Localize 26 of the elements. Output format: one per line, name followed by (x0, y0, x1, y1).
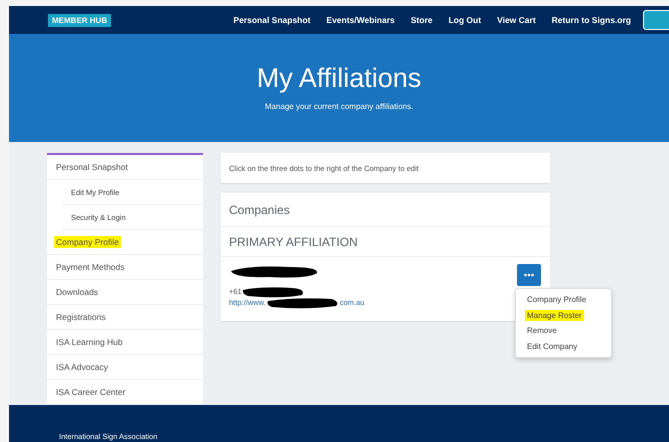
nav-link[interactable]: Personal Snapshot (233, 15, 310, 25)
nav-button[interactable] (643, 10, 669, 30)
companies-heading: Companies (229, 202, 290, 216)
sidebar-item[interactable]: ISA Learning Hub (47, 330, 203, 355)
sidebar-item[interactable]: ISA Advocacy (47, 355, 203, 380)
menu-item[interactable]: Remove (516, 323, 611, 338)
dots-icon (524, 273, 534, 277)
sidebar-item[interactable]: Downloads (47, 280, 203, 305)
nav-link[interactable]: View Cart (497, 15, 536, 25)
sidebar-item[interactable]: Personal Snapshot (47, 155, 203, 180)
member-hub-badge: MEMBER HUB (48, 14, 112, 26)
more-options-button[interactable] (517, 264, 541, 286)
menu-item[interactable]: Edit Company (516, 338, 611, 354)
page-subtitle: Manage your current company affiliations. (264, 102, 414, 111)
nav-link[interactable]: Return to Signs.org (552, 15, 631, 25)
page-title: My Affiliations (256, 62, 422, 94)
redaction-mark (242, 284, 306, 298)
nav-link[interactable]: Store (410, 15, 432, 25)
sidebar-item[interactable]: Company Profile (47, 230, 203, 255)
sidebar-item[interactable]: Payment Methods (47, 255, 203, 280)
menu-item[interactable]: Manage Roster (516, 308, 611, 323)
nav-link[interactable]: Events/Webinars (326, 15, 395, 25)
nav-link[interactable]: Log Out (448, 15, 482, 25)
sidebar-item[interactable]: Registrations (47, 305, 203, 330)
section-heading: PRIMARY AFFILIATION (229, 234, 358, 248)
menu-item[interactable]: Company Profile (516, 292, 611, 308)
